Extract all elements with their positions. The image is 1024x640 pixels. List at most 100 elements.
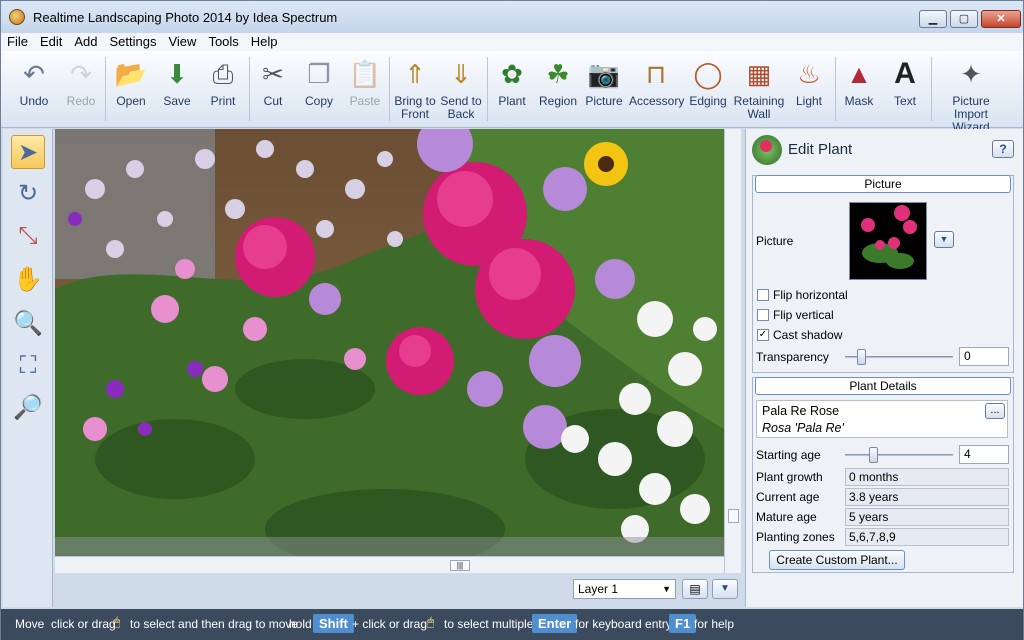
resize-icon[interactable]: ⤡	[11, 219, 45, 253]
send-to-back-button[interactable]: ⇓ Send to Back	[439, 55, 483, 125]
bring-to-front-icon: ⇑	[404, 59, 426, 89]
text-icon: A	[894, 57, 916, 90]
cut-button[interactable]: ✂ Cut	[251, 55, 295, 125]
cast-shadow-checkbox[interactable]: ✓	[757, 329, 769, 341]
vertical-scroll-thumb[interactable]	[728, 509, 739, 523]
light-button[interactable]: ♨ Light	[789, 55, 829, 125]
toolbar-separator	[105, 57, 106, 121]
maximize-button[interactable]: ▢	[950, 10, 978, 28]
menu-tools[interactable]: Tools	[202, 33, 244, 50]
starting-age-slider-thumb[interactable]	[869, 447, 878, 463]
layers-icon: ▤	[689, 582, 701, 596]
create-custom-plant-button[interactable]: Create Custom Plant...	[769, 550, 905, 570]
status-mode: Move	[15, 617, 45, 631]
minimize-button[interactable]: ▁	[919, 10, 947, 28]
starting-age-slider[interactable]	[845, 454, 953, 456]
plant-name-box: Pala Re Rose Rosa 'Pala Re' ...	[756, 400, 1008, 438]
lamp-icon: ♨	[797, 59, 821, 89]
layer-dropdown[interactable]: Layer 1 ▼	[573, 579, 676, 599]
app-icon[interactable]	[9, 9, 25, 25]
picture-button[interactable]: 📷 Picture	[582, 55, 626, 125]
browse-plant-button[interactable]: ...	[985, 403, 1005, 419]
copy-button[interactable]: ❐ Copy	[297, 55, 341, 125]
transparency-input[interactable]: 0	[959, 347, 1009, 366]
open-button[interactable]: 📂 Open	[109, 55, 153, 125]
window-title: Realtime Landscaping Photo 2014 by Idea …	[33, 10, 338, 25]
copy-icon: ❐	[307, 59, 331, 89]
horizontal-scrollbar[interactable]: |||	[55, 556, 724, 573]
print-button[interactable]: ⎙ Print	[201, 55, 245, 125]
horizontal-scroll-thumb[interactable]: |||	[450, 560, 470, 571]
layer-options-button[interactable]: ▼	[712, 579, 738, 599]
vertical-scrollbar[interactable]	[724, 129, 741, 573]
paste-button[interactable]: 📋 Paste	[343, 55, 387, 125]
region-button[interactable]: ☘ Region	[536, 55, 580, 125]
status-bar: Move click or drag 🖱 to select and then …	[1, 609, 1023, 640]
edging-button[interactable]: ◯ Edging	[686, 55, 730, 125]
flip-vertical-label: Flip vertical	[773, 308, 834, 322]
camera-icon: 📷	[587, 59, 621, 89]
title-bar: Realtime Landscaping Photo 2014 by Idea …	[1, 1, 1023, 33]
plant-common-name: Pala Re Rose	[762, 404, 840, 418]
pan-hand-icon[interactable]: ✋	[11, 263, 45, 297]
bring-to-front-button[interactable]: ⇑ Bring to Front	[393, 55, 437, 125]
mature-age-value: 5 years	[845, 508, 1009, 526]
flip-horizontal-checkbox[interactable]	[757, 289, 769, 301]
save-icon: ⬇	[166, 59, 188, 89]
select-arrow-icon[interactable]: ➤	[11, 135, 45, 169]
plant-icon	[752, 135, 782, 165]
layers-button[interactable]: ▤	[682, 579, 708, 599]
plant-thumbnail[interactable]	[849, 202, 927, 280]
bench-icon: ⊓	[645, 59, 667, 89]
rose-thumbnail-image	[861, 205, 917, 269]
retaining-wall-button[interactable]: ▦ Retaining Wall	[733, 55, 785, 125]
menu-file[interactable]: File	[1, 33, 34, 50]
photo-canvas[interactable]	[55, 129, 724, 556]
garden-photo	[55, 129, 724, 556]
zoom-fit-icon[interactable]: ⛶	[11, 349, 45, 383]
planting-zones-value: 5,6,7,8,9	[845, 528, 1009, 546]
zoom-in-icon[interactable]: 🔍	[11, 307, 45, 341]
status-hint-hold: hold	[289, 617, 312, 631]
cast-shadow-label: Cast shadow	[773, 328, 843, 342]
save-button[interactable]: ⬇ Save	[155, 55, 199, 125]
toolbar: ↶ Undo ↷ Redo 📂 Open ⬇ Save ⎙ Print ✂ Cut ❐ Cop…	[1, 51, 1023, 134]
mask-button[interactable]: ▲ Mask	[837, 55, 881, 125]
paste-icon: 📋	[348, 59, 382, 89]
transparency-label: Transparency	[756, 350, 829, 364]
redo-button[interactable]: ↷ Redo	[59, 55, 103, 125]
chevron-down-icon: ▼	[662, 584, 671, 594]
status-hint-select: to select and then drag to move	[130, 617, 299, 631]
menu-add[interactable]: Add	[68, 33, 103, 50]
shift-key-badge: Shift	[313, 614, 354, 633]
text-button[interactable]: A Text	[883, 55, 927, 125]
picture-options-button[interactable]: ▼	[934, 231, 954, 248]
help-button[interactable]: ?	[992, 140, 1014, 158]
plant-button[interactable]: ✿ Plant	[491, 55, 533, 125]
toolbar-separator	[389, 57, 390, 121]
menu-help[interactable]: Help	[245, 33, 284, 50]
folder-icon: 📂	[114, 59, 148, 89]
menu-settings[interactable]: Settings	[104, 33, 163, 50]
toolbar-separator	[249, 57, 250, 121]
menu-edit[interactable]: Edit	[34, 33, 68, 50]
menu-view[interactable]: View	[162, 33, 202, 50]
chevron-down-icon: ▼	[720, 583, 730, 594]
accessory-button[interactable]: ⊓ Accessory	[629, 55, 684, 125]
flip-vertical-checkbox[interactable]	[757, 309, 769, 321]
undo-button[interactable]: ↶ Undo	[11, 55, 57, 125]
region-icon: ☘	[546, 59, 570, 89]
send-to-back-icon: ⇓	[450, 59, 472, 89]
planting-zones-label: Planting zones	[756, 530, 835, 544]
zoom-out-icon[interactable]: 🔎	[11, 391, 45, 425]
close-button[interactable]: ✕	[981, 10, 1021, 28]
starting-age-input[interactable]: 4	[959, 445, 1009, 464]
undo-icon: ↶	[23, 59, 45, 89]
app-window: Realtime Landscaping Photo 2014 by Idea …	[0, 0, 1024, 640]
transparency-slider-thumb[interactable]	[857, 349, 866, 365]
status-hint-click-drag: + click or drag	[352, 617, 428, 631]
rotate-icon[interactable]: ↻	[11, 177, 45, 211]
picture-import-wizard-button[interactable]: ✦ Picture Import Wizard	[935, 55, 1007, 134]
mouse-icon: 🖱	[427, 615, 435, 629]
panel-title: Edit Plant	[788, 141, 853, 158]
